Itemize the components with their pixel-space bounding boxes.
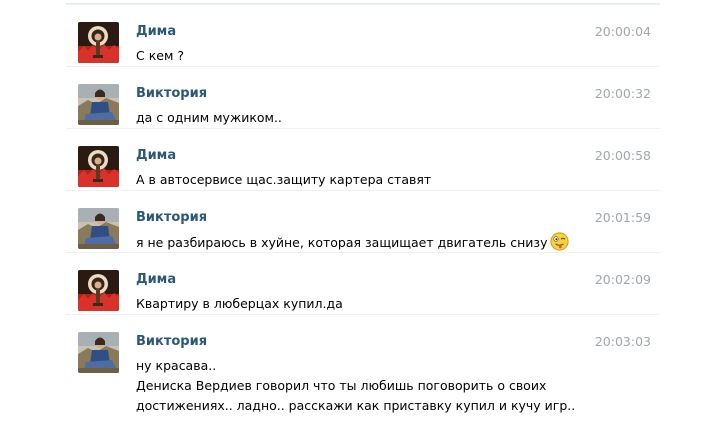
message-text: А в автосервисе щас.защиту картера ставя… [136, 170, 636, 190]
message-text: да с одним мужиком.. [136, 108, 636, 128]
message-timestamp[interactable]: 20:00:04 [595, 24, 651, 39]
message-author[interactable]: Дима [136, 272, 176, 287]
dima-avatar[interactable] [78, 270, 119, 311]
message-line: С кем ? [136, 48, 184, 63]
message-history: Дима 20:00:04 С кем ? Виктория 20:00:32 … [0, 0, 723, 431]
message-author[interactable]: Виктория [136, 334, 207, 349]
bottom-divider [0, 420, 723, 431]
message-timestamp[interactable]: 20:00:58 [595, 148, 651, 163]
message-timestamp[interactable]: 20:03:03 [595, 334, 651, 349]
message-timestamp[interactable]: 20:02:09 [595, 272, 651, 287]
message-item: Дима 20:00:04 С кем ? [66, 4, 660, 63]
message-text: С кем ? [136, 46, 636, 66]
message-author[interactable]: Виктория [136, 210, 207, 225]
message-item: Виктория 20:01:59 я не разбираюсь в хуйн… [66, 190, 660, 251]
message-line: Дениска Вердиев говорил что ты любишь по… [136, 378, 547, 393]
message-line: А в автосервисе щас.защиту картера ставя… [136, 172, 432, 187]
message-item: Виктория 20:00:32 да с одним мужиком.. [66, 66, 660, 125]
message-text: Квартиру в люберцах купил.да [136, 294, 636, 314]
message-line: ну красава.. [136, 358, 217, 373]
message-timestamp[interactable]: 20:01:59 [595, 210, 651, 225]
message-line: Квартиру в люберцах купил.да [136, 296, 343, 311]
viktoria-avatar[interactable] [78, 332, 119, 373]
message-timestamp[interactable]: 20:00:32 [595, 86, 651, 101]
viktoria-avatar[interactable] [78, 84, 119, 125]
message-line: достижениях.. ладно.. расскажи как прист… [136, 398, 576, 413]
viktoria-avatar[interactable] [78, 208, 119, 249]
message-line: да с одним мужиком.. [136, 110, 282, 125]
message-item: Дима 20:00:58 А в автосервисе щас.защиту… [66, 128, 660, 187]
dima-avatar[interactable] [78, 22, 119, 63]
dima-avatar[interactable] [78, 146, 119, 187]
message-author[interactable]: Дима [136, 148, 176, 163]
message-line-text: я не разбираюсь в хуйне, которая защищае… [136, 235, 548, 250]
message-text: ну красава.. Дениска Вердиев говорил что… [136, 356, 636, 416]
message-item: Виктория 20:03:03 ну красава.. Дениска В… [66, 314, 660, 421]
message-item: Дима 20:02:09 Квартиру в люберцах купил.… [66, 252, 660, 311]
message-author[interactable]: Виктория [136, 86, 207, 101]
message-author[interactable]: Дима [136, 24, 176, 39]
